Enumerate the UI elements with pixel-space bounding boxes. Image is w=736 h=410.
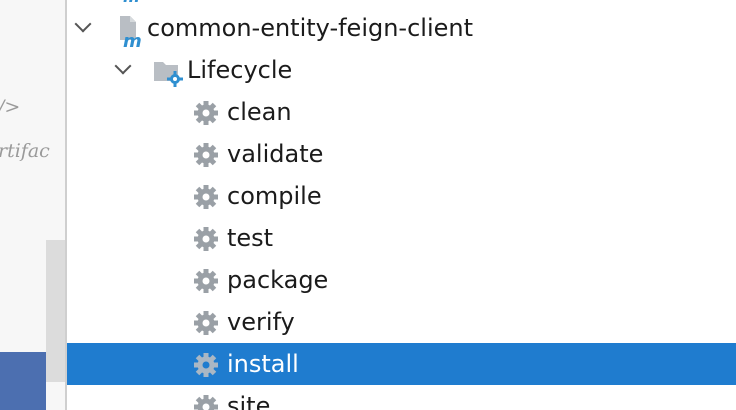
maven-tree: m m common-entity-feign-client	[67, 0, 736, 410]
lifecycle-label: Lifecycle	[187, 56, 293, 84]
gear-icon	[193, 310, 219, 340]
goal-label: site	[227, 392, 271, 410]
tree-node-goal-site[interactable]: site	[67, 385, 736, 410]
tree-node-goal-install[interactable]: install	[67, 343, 736, 385]
goal-label: validate	[227, 140, 324, 168]
goal-label: install	[227, 350, 299, 378]
gear-icon	[193, 394, 219, 410]
code-editor-fragment: /> rtifac	[0, 0, 66, 410]
maven-module-icon: m	[115, 14, 145, 52]
tree-node-goal-compile[interactable]: compile	[67, 175, 736, 217]
chevron-down-icon[interactable]	[74, 15, 92, 33]
gear-icon	[193, 268, 219, 298]
tree-node-goal-verify[interactable]: verify	[67, 301, 736, 343]
gear-icon	[193, 184, 219, 214]
goal-label: test	[227, 224, 274, 252]
project-label: common-entity-feign-client	[147, 14, 474, 42]
chevron-down-icon[interactable]	[114, 57, 132, 75]
editor-selection-strip	[0, 352, 46, 410]
editor-scroll-gutter	[46, 240, 66, 382]
code-line: />	[0, 96, 21, 118]
tree-node-project[interactable]: m common-entity-feign-client	[67, 7, 736, 52]
tree-node-goal-test[interactable]: test	[67, 217, 736, 259]
tree-node-goal-clean[interactable]: clean	[67, 91, 736, 133]
tree-node-goal-package[interactable]: package	[67, 259, 736, 301]
gear-icon	[193, 142, 219, 172]
code-line: rtifac	[0, 140, 50, 162]
goal-label: package	[227, 266, 329, 294]
gear-icon	[193, 352, 219, 382]
gear-icon	[193, 226, 219, 256]
lifecycle-folder-icon	[153, 57, 185, 91]
goal-label: clean	[227, 98, 292, 126]
gear-icon	[193, 100, 219, 130]
tree-node-lifecycle[interactable]: Lifecycle	[67, 49, 736, 91]
goal-label: compile	[227, 182, 322, 210]
tree-node-goal-validate[interactable]: validate	[67, 133, 736, 175]
svg-text:m: m	[123, 31, 142, 48]
svg-text:m: m	[123, 0, 140, 6]
goal-label: verify	[227, 308, 295, 336]
